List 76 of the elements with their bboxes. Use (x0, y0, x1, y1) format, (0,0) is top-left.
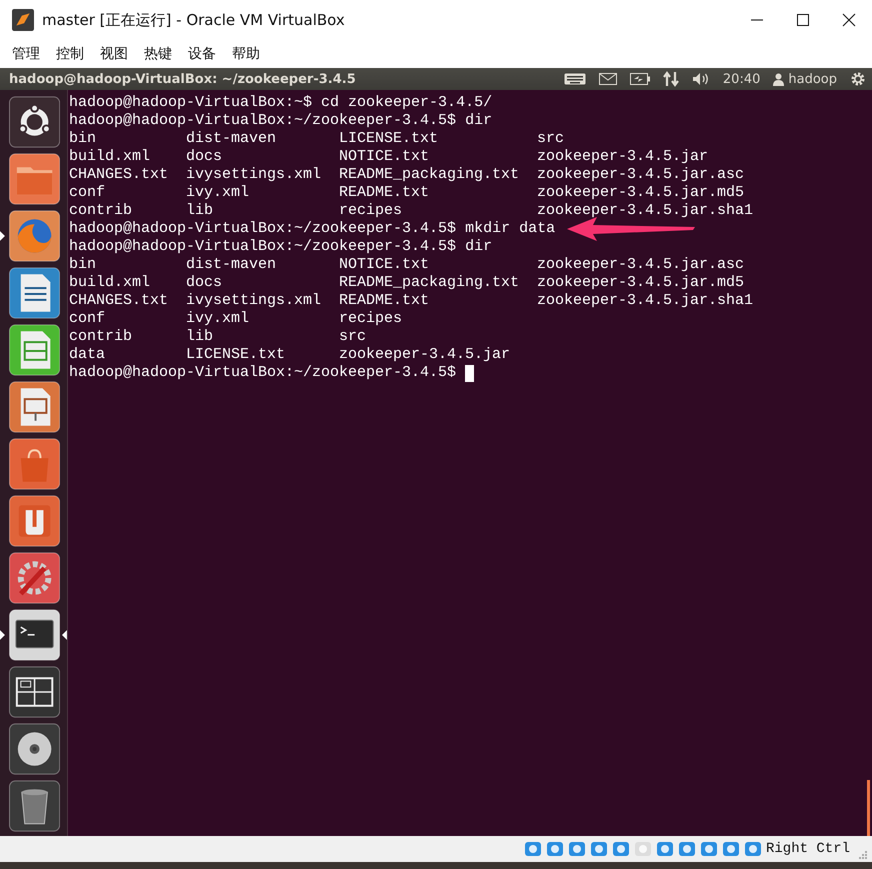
menu-item[interactable]: 设备 (186, 43, 223, 65)
volume-icon[interactable] (692, 72, 710, 86)
menu-item[interactable]: 控制 (54, 43, 91, 65)
command-line: hadoop@hadoop-VirtualBox:~$ cd zookeeper-3.4.5/ (69, 94, 492, 112)
file-name: zookeeper-3.4.5.jar.md5 (537, 274, 744, 292)
presentation-icon[interactable] (8, 381, 60, 433)
file-name: recipes (339, 310, 404, 328)
panel-title: hadoop@hadoop-VirtualBox: ~/zookeeper-3.4.5 (9, 72, 356, 86)
file-name: docs (186, 148, 224, 166)
file-name: bin (69, 130, 98, 148)
file-name: LICENSE.txt (339, 130, 440, 148)
file-name: zookeeper-3.4.5.jar.md5 (537, 184, 744, 202)
ubuntu-logo-icon[interactable] (8, 96, 60, 148)
file-name: lib (186, 202, 214, 220)
clock-text[interactable]: 20:40 (722, 72, 760, 86)
command-line: hadoop@hadoop-VirtualBox:~/zookeeper-3.4.5$ dir (69, 112, 492, 130)
file-name: README_packaging.txt (339, 274, 520, 292)
command-line: hadoop@hadoop-VirtualBox:~/zookeeper-3.4.5$ mkdir data (69, 220, 556, 238)
command-line: hadoop@hadoop-VirtualBox:~/zookeeper-3.4.5$ dir (69, 238, 492, 256)
file-name: CHANGES.txt (69, 166, 170, 184)
file-name: zookeeper-3.4.5.jar (537, 148, 708, 166)
file-name: build.xml (69, 274, 152, 292)
file-name: zookeeper-3.4.5.jar.sha1 (537, 202, 754, 220)
command-line: hadoop@hadoop-VirtualBox:~/zookeeper-3.4.5$ (69, 364, 456, 382)
file-name: dist-maven (186, 130, 278, 148)
file-name: src (339, 328, 368, 346)
user-name[interactable]: hadoop (788, 72, 837, 86)
scrollbar-thumb[interactable] (867, 780, 870, 836)
file-name: ivysettings.xml (186, 166, 322, 184)
file-name: zookeeper-3.4.5.jar.asc (537, 256, 744, 274)
file-name: LICENSE.txt (186, 346, 286, 364)
menu-item[interactable]: 热键 (142, 43, 179, 65)
resize-grip-icon[interactable] (858, 850, 868, 860)
file-name: conf (69, 310, 106, 328)
file-name: NOTICE.txt (339, 148, 430, 166)
file-name: recipes (339, 202, 404, 220)
keyboard-icon[interactable] (564, 73, 586, 85)
file-name: data (69, 346, 106, 364)
file-name: docs (186, 274, 224, 292)
file-name: dist-maven (186, 256, 278, 274)
file-name: NOTICE.txt (339, 256, 430, 274)
shopping-bag-icon[interactable] (8, 438, 60, 490)
file-name: contrib (69, 328, 134, 346)
file-name: ivysettings.xml (186, 292, 322, 310)
mail-icon[interactable] (598, 73, 617, 85)
document-icon[interactable] (8, 267, 60, 319)
file-name: zookeeper-3.4.5.jar (339, 346, 512, 364)
spreadsheet-icon[interactable] (8, 324, 60, 376)
file-name: src (537, 130, 564, 148)
file-name: contrib (69, 202, 134, 220)
app-logo-icon (12, 9, 34, 31)
file-name: zookeeper-3.4.5.jar.sha1 (537, 292, 754, 310)
battery-icon[interactable] (630, 73, 650, 85)
file-name: lib (186, 328, 214, 346)
menu-item[interactable]: 管理 (10, 43, 47, 65)
menu-item[interactable]: 视图 (98, 43, 135, 65)
file-name: README.txt (339, 292, 430, 310)
file-name: README_packaging.txt (339, 166, 520, 184)
file-name: ivy.xml (186, 184, 250, 202)
file-name: conf (69, 184, 106, 202)
terminal[interactable] (68, 90, 872, 836)
workspaces-icon[interactable] (8, 666, 60, 718)
globe-icon[interactable] (8, 210, 60, 262)
file-name: ivy.xml (186, 310, 250, 328)
user-icon[interactable] (773, 72, 784, 86)
terminal-icon[interactable] (8, 609, 60, 661)
file-name: build.xml (69, 148, 152, 166)
host-key-label: Right Ctrl (766, 841, 850, 857)
file-name: zookeeper-3.4.5.jar.asc (537, 166, 744, 184)
letter-u-icon[interactable] (8, 495, 60, 547)
file-name: CHANGES.txt (69, 292, 170, 310)
window-title: master [正在运行] - Oracle VM VirtualBox (42, 10, 345, 30)
file-name: bin (69, 256, 98, 274)
menu-item[interactable]: 帮助 (230, 43, 267, 65)
trash-icon[interactable] (8, 780, 60, 832)
file-name: README.txt (339, 184, 430, 202)
